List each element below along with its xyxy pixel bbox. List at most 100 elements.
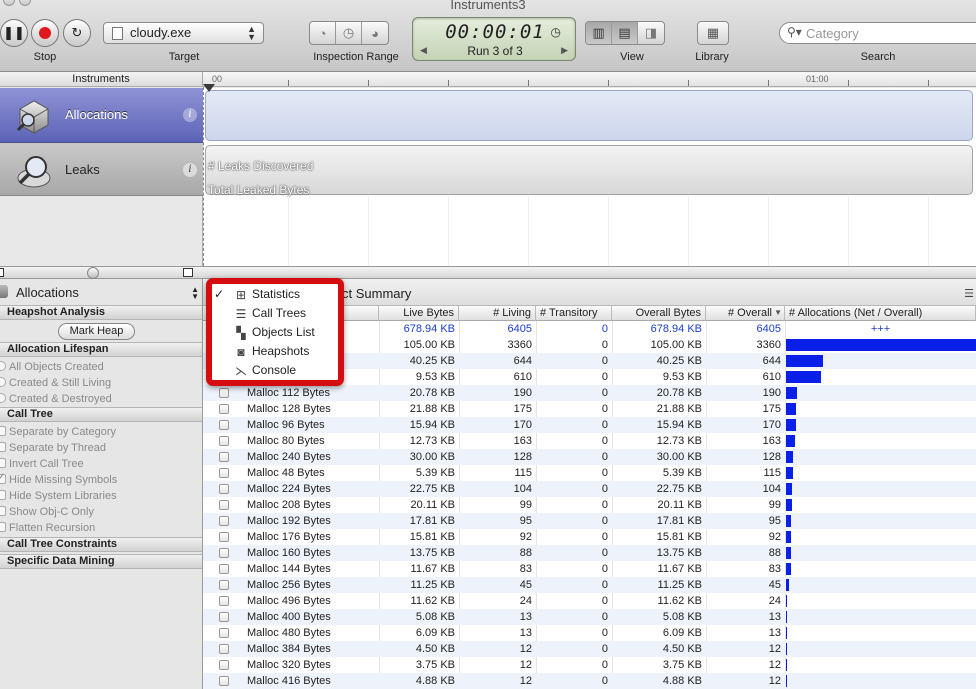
column-header-living[interactable]: # Living [459,306,536,321]
row-checkbox-icon[interactable] [219,612,229,622]
mark-heap-button[interactable]: Mark Heap [58,323,135,340]
table-row[interactable]: Malloc 144 Bytes 11.67 KB 83 0 11.67 KB 83 [203,561,976,577]
checkbox-icon[interactable] [0,522,6,532]
menu-item-heapshots[interactable]: ◙ Heapshots [212,342,338,361]
row-checkbox-icon[interactable] [219,644,229,654]
lifespan-option[interactable]: Created & Destroyed [0,393,112,405]
table-row[interactable]: Malloc 80 Bytes 12.73 KB 163 0 12.73 KB 163 [203,433,976,449]
instrument-leaks[interactable]: Leaks i [0,143,203,196]
timeline-ruler[interactable]: 00 01:00 [203,72,976,87]
row-checkbox-icon[interactable] [219,532,229,542]
heapshot-analysis-header[interactable]: Heapshot Analysis [0,305,202,320]
view-instruments-pane-icon[interactable]: ▥ [586,22,612,44]
column-header-overall-bytes[interactable]: Overall Bytes [612,306,706,321]
next-run-icon[interactable]: ▶ [561,45,568,56]
calltree-option[interactable]: Separate by Category [0,426,116,438]
table-row[interactable]: Malloc 48 Bytes 5.39 KB 115 0 5.39 KB 115 [203,465,976,481]
row-checkbox-icon[interactable] [219,484,229,494]
table-row[interactable]: Malloc 416 Bytes 4.88 KB 12 0 4.88 KB 12 [203,673,976,689]
table-row[interactable]: Malloc 224 Bytes 22.75 KB 104 0 22.75 KB 104 [203,481,976,497]
search-field[interactable]: ⚲▾ [779,22,976,44]
loop-button[interactable]: ↻ [63,19,91,47]
checkbox-icon[interactable] [0,426,6,436]
checkbox-icon[interactable] [0,458,6,468]
allocations-track[interactable] [205,90,973,141]
column-header-allocations[interactable]: # Allocations (Net / Overall) [785,306,976,321]
table-row[interactable]: Malloc 256 Bytes 11.25 KB 45 0 11.25 KB 45 [203,577,976,593]
calltree-option[interactable]: Flatten Recursion [0,522,95,534]
record-stop-button[interactable] [31,19,59,47]
range-end-clock-icon[interactable]: ◕ [362,22,388,44]
search-input[interactable] [806,25,976,41]
row-checkbox-icon[interactable] [219,404,229,414]
lifespan-option[interactable]: All Objects Created [0,361,104,373]
range-clear-clock-icon[interactable]: ◷ [336,22,362,44]
target-select[interactable]: cloudy.exe ▲ ▼ [103,22,264,44]
table-row[interactable]: Malloc 176 Bytes 15.81 KB 92 0 15.81 KB 92 [203,529,976,545]
radio-icon[interactable] [0,377,6,387]
leaks-track[interactable]: # Leaks Discovered Total Leaked Bytes [205,145,973,197]
row-checkbox-icon[interactable] [219,500,229,510]
column-header-live-bytes[interactable]: Live Bytes [379,306,459,321]
instrument-popup[interactable]: Allocations ▲ ▼ [0,285,202,301]
table-row[interactable]: Malloc 240 Bytes 30.00 KB 128 0 30.00 KB 128 [203,449,976,465]
table-row[interactable]: Malloc 496 Bytes 11.62 KB 24 0 11.62 KB 24 [203,593,976,609]
checkbox-icon[interactable] [0,490,6,500]
menu-item-objects-list[interactable]: ▚ Objects List [212,323,338,342]
column-header-transitory[interactable]: # Transitory [536,306,612,321]
info-icon[interactable]: i [183,163,197,177]
row-checkbox-icon[interactable] [219,596,229,606]
checkbox-icon[interactable] [0,442,6,452]
row-checkbox-icon[interactable] [219,516,229,526]
row-checkbox-icon[interactable] [219,388,229,398]
zoom-slider-knob[interactable] [87,267,99,279]
table-row[interactable]: Malloc 384 Bytes 4.50 KB 12 0 4.50 KB 12 [203,641,976,657]
resize-handle-icon[interactable]: ☰ [964,287,974,300]
calltree-option[interactable]: Hide Missing Symbols [0,472,117,486]
table-row[interactable]: Malloc 112 Bytes 20.78 KB 190 0 20.78 KB 190 [203,385,976,401]
lifespan-option[interactable]: Created & Still Living [0,377,111,389]
table-row[interactable]: Malloc 160 Bytes 13.75 KB 88 0 13.75 KB 88 [203,545,976,561]
zoom-in-icon[interactable] [183,268,193,277]
table-row[interactable]: Malloc 192 Bytes 17.81 KB 95 0 17.81 KB 95 [203,513,976,529]
row-checkbox-icon[interactable] [219,436,229,446]
row-checkbox-icon[interactable] [219,420,229,430]
table-row[interactable]: Malloc 480 Bytes 6.09 KB 13 0 6.09 KB 13 [203,625,976,641]
row-checkbox-icon[interactable] [219,676,229,686]
row-checkbox-icon[interactable] [219,468,229,478]
menu-item-console[interactable]: ⋋ Console [212,361,338,380]
pause-button[interactable]: ❚❚ [0,19,28,47]
row-checkbox-icon[interactable] [219,660,229,670]
zoom-out-icon[interactable] [0,268,4,277]
playhead-icon[interactable] [203,84,215,92]
menu-item-call-trees[interactable]: ☰ Call Trees [212,304,338,323]
info-icon[interactable]: i [183,108,197,122]
row-checkbox-icon[interactable] [219,580,229,590]
table-row[interactable]: Malloc 208 Bytes 20.11 KB 99 0 20.11 KB 99 [203,497,976,513]
allocation-lifespan-header[interactable]: Allocation Lifespan [0,342,202,357]
specific-data-mining-header[interactable]: Specific Data Mining [0,554,202,569]
menu-item-statistics[interactable]: ✓ ⊞ Statistics [212,285,338,304]
calltree-option[interactable]: Invert Call Tree [0,458,84,470]
table-row[interactable]: Malloc 320 Bytes 3.75 KB 12 0 3.75 KB 12 [203,657,976,673]
radio-icon[interactable] [0,361,6,371]
split-bar[interactable] [0,266,976,279]
table-row[interactable]: Malloc 400 Bytes 5.08 KB 13 0 5.08 KB 13 [203,609,976,625]
radio-icon[interactable] [0,393,6,403]
view-detail-pane-icon[interactable]: ▤ [612,22,638,44]
call-tree-constraints-header[interactable]: Call Tree Constraints [0,537,202,552]
table-row[interactable]: Malloc 128 Bytes 21.88 KB 175 0 21.88 KB 175 [203,401,976,417]
table-row[interactable]: Malloc 96 Bytes 15.94 KB 170 0 15.94 KB 170 [203,417,976,433]
column-header-overall[interactable]: # Overall ▼ [706,306,785,321]
detail-view-title[interactable]: ct Summary [342,286,411,301]
range-start-clock-icon[interactable]: ◔ [310,22,336,44]
row-checkbox-icon[interactable] [219,548,229,558]
row-checkbox-icon[interactable] [219,628,229,638]
clock-icon[interactable]: ◷ [551,25,561,39]
row-checkbox-icon[interactable] [219,564,229,574]
calltree-option[interactable]: Hide System Libraries [0,490,117,502]
calltree-option[interactable]: Show Obj-C Only [0,506,94,518]
view-extended-detail-icon[interactable]: ◨ [638,22,664,44]
checkbox-checked-icon[interactable] [0,472,6,484]
row-checkbox-icon[interactable] [219,452,229,462]
